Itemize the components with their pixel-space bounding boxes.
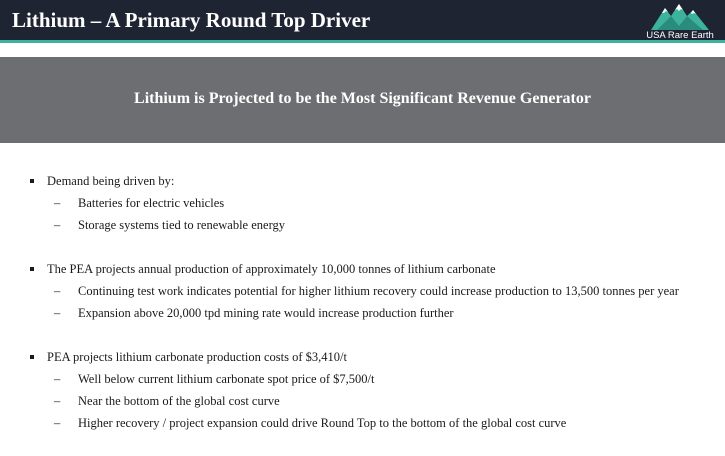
sub-bullet-text: Batteries for electric vehicles <box>78 196 225 210</box>
sub-bullet-item: – Storage systems tied to renewable ener… <box>0 214 725 236</box>
mountain-logo-icon <box>651 4 709 30</box>
slide-title: Lithium – A Primary Round Top Driver <box>12 8 371 32</box>
slide-header: Lithium – A Primary Round Top Driver USA… <box>0 0 725 43</box>
dash-icon: – <box>54 196 61 210</box>
bullet-item: The PEA projects annual production of ap… <box>0 258 725 280</box>
dash-icon: – <box>54 218 61 232</box>
sub-bullet-item: – Batteries for electric vehicles <box>0 192 725 214</box>
sub-bullet-item: – Near the bottom of the global cost cur… <box>0 390 725 412</box>
bullet-content: Demand being driven by: – Batteries for … <box>0 170 725 456</box>
bullet-text: The PEA projects annual production of ap… <box>47 262 496 276</box>
square-bullet-icon <box>30 179 34 183</box>
dash-icon: – <box>54 394 61 408</box>
bullet-text: PEA projects lithium carbonate productio… <box>47 350 347 364</box>
dash-icon: – <box>54 416 61 430</box>
sub-bullet-text: Storage systems tied to renewable energy <box>78 218 286 232</box>
dash-icon: – <box>54 306 61 320</box>
sub-bullet-text: Near the bottom of the global cost curve <box>78 394 280 408</box>
bullet-item: Demand being driven by: <box>0 170 725 192</box>
sub-bullet-text: Well below current lithium carbonate spo… <box>78 372 375 386</box>
banner-text: Lithium is Projected to be the Most Sign… <box>134 90 591 107</box>
dash-icon: – <box>54 372 61 386</box>
sub-bullet-item: – Continuing test work indicates potenti… <box>0 280 725 302</box>
sub-bullet-item: – Expansion above 20,000 tpd mining rate… <box>0 302 725 324</box>
square-bullet-icon <box>30 355 34 359</box>
header-accent-rule <box>0 40 725 43</box>
sub-bullet-text: Continuing test work indicates potential… <box>78 284 679 298</box>
bullet-section-production: The PEA projects annual production of ap… <box>0 258 725 324</box>
bullet-text: Demand being driven by: <box>47 174 175 188</box>
bullet-section-costs: PEA projects lithium carbonate productio… <box>0 346 725 434</box>
dash-icon: – <box>54 284 61 298</box>
sub-bullet-text: Higher recovery / project expansion coul… <box>78 416 567 430</box>
bullet-section-demand: Demand being driven by: – Batteries for … <box>0 170 725 236</box>
bullet-item: PEA projects lithium carbonate productio… <box>0 346 725 368</box>
sub-bullet-item: – Higher recovery / project expansion co… <box>0 412 725 434</box>
square-bullet-icon <box>30 267 34 271</box>
sub-bullet-text: Expansion above 20,000 tpd mining rate w… <box>78 306 454 320</box>
company-logo: USA Rare Earth <box>639 2 721 41</box>
sub-bullet-item: – Well below current lithium carbonate s… <box>0 368 725 390</box>
banner: Lithium is Projected to be the Most Sign… <box>0 57 725 143</box>
